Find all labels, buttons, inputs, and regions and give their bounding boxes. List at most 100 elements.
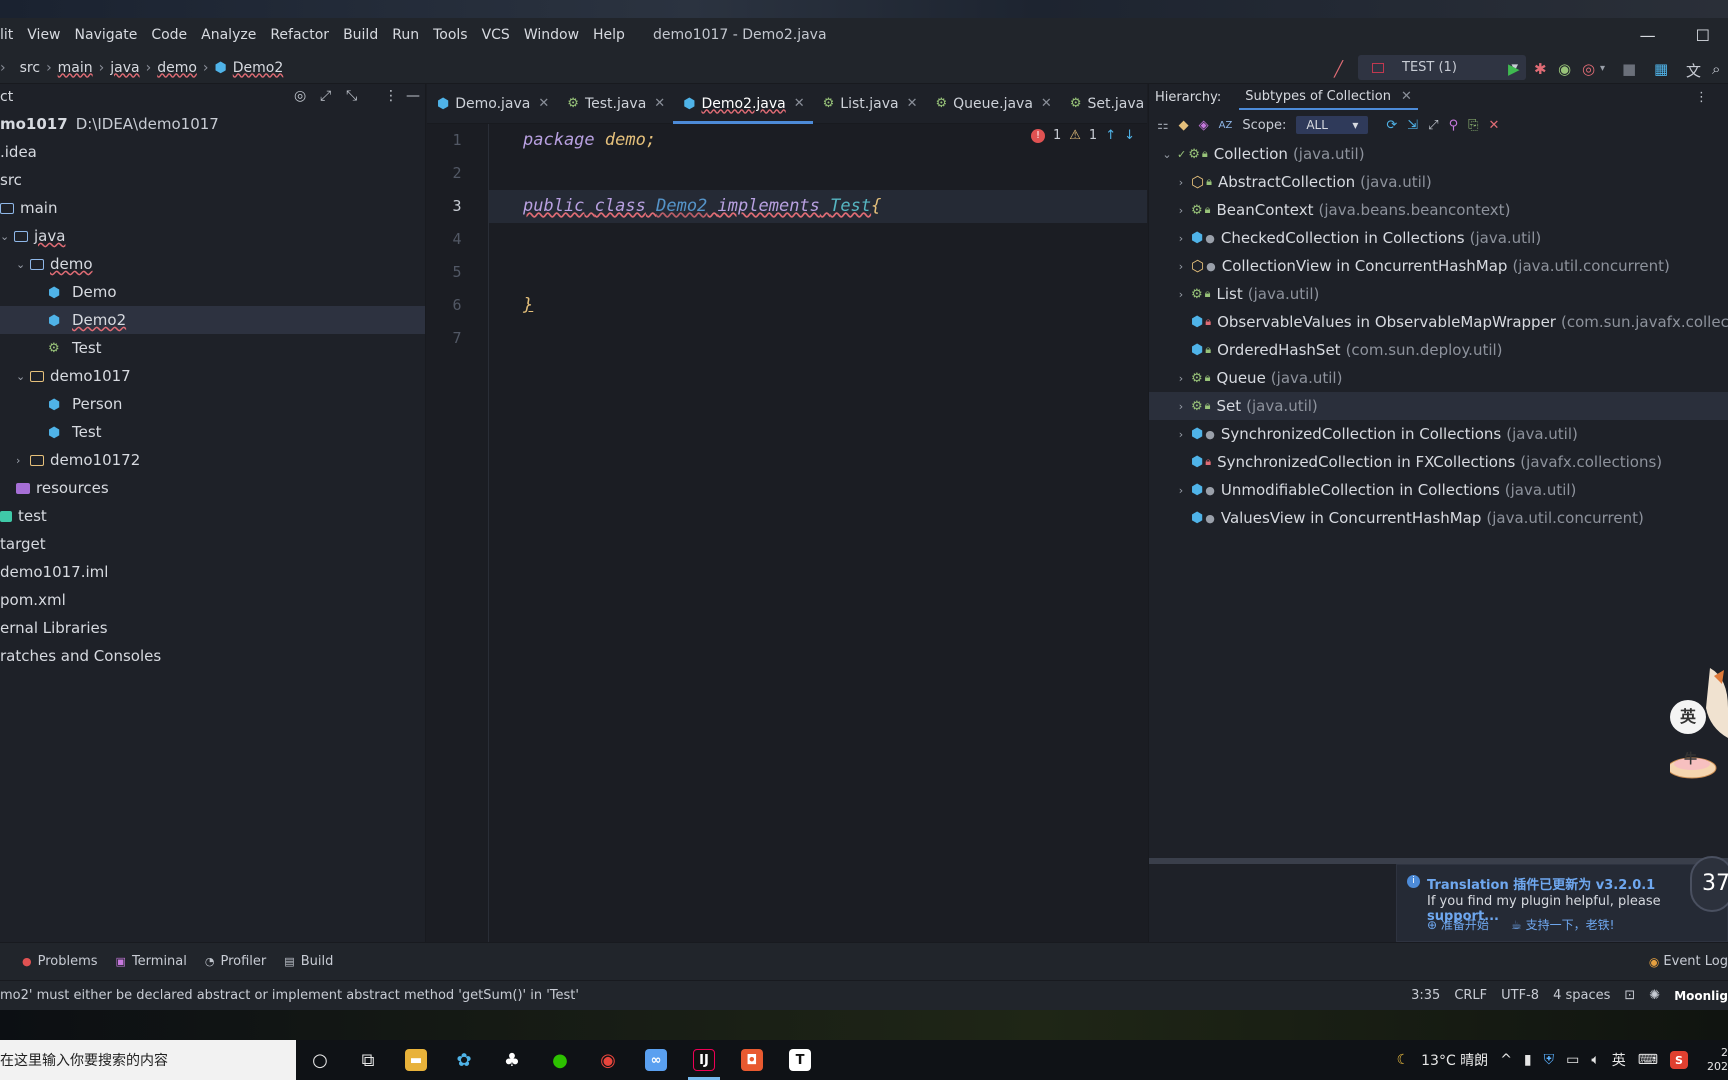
expand-all-icon[interactable]: ⤢	[320, 88, 331, 104]
terminal-tool-button[interactable]: ▣ Terminal	[116, 954, 187, 969]
stop-icon[interactable]: ■	[1622, 60, 1636, 78]
more-options-icon[interactable]: ⋮	[384, 88, 398, 104]
tree-item-project-root[interactable]: mo1017 D:\IDEA\demo1017	[0, 110, 425, 138]
chevron-up-icon[interactable]: ^	[1500, 1052, 1512, 1068]
hierarchy-row-unmodifiablecollection[interactable]: › ⬢ ● UnmodifiableCollection in Collecti…	[1149, 476, 1728, 504]
close-icon[interactable]: ✕	[1401, 89, 1412, 104]
code-area[interactable]: package demo; public class Demo2 impleme…	[489, 124, 1147, 355]
system-clock[interactable]: 2 202	[1700, 1046, 1728, 1074]
intellij-idea-icon[interactable]: IJ	[680, 1040, 728, 1080]
shield-icon[interactable]: ⛨	[1544, 1052, 1555, 1068]
run-configuration-select[interactable]: TEST (1) ▾	[1358, 55, 1526, 80]
close-icon[interactable]: ✕	[794, 96, 805, 111]
menu-vcs[interactable]: VCS	[482, 27, 510, 43]
code-line-current[interactable]: public class Demo2 implements Test{	[489, 190, 1147, 223]
hierarchy-row-queue[interactable]: › ⚙ 🔒︎ Queue (java.util)	[1149, 364, 1728, 392]
hierarchy-row-set[interactable]: › ⚙ 🔒︎ Set (java.util)	[1149, 392, 1728, 420]
tree-item-target[interactable]: target	[0, 530, 425, 558]
plugin-update-notification[interactable]: i Translation 插件已更新为 v3.2.0.1 If you fin…	[1396, 864, 1728, 942]
breadcrumb-demo2[interactable]: Demo2	[233, 60, 284, 76]
chevron-right-icon[interactable]: ›	[1171, 288, 1191, 301]
close-icon[interactable]: ✕	[907, 96, 918, 111]
profiler-tool-button[interactable]: ◔ Profiler	[205, 954, 266, 969]
chrome-icon[interactable]: ◉	[584, 1040, 632, 1080]
menu-navigate[interactable]: Navigate	[75, 27, 138, 43]
app-icon[interactable]: ✿	[440, 1040, 488, 1080]
tree-item-person-class[interactable]: ⬢ Person	[0, 390, 425, 418]
breadcrumb-src[interactable]: src	[20, 60, 40, 76]
menu-refactor[interactable]: Refactor	[270, 27, 329, 43]
chevron-down-icon[interactable]: ▾	[1600, 63, 1605, 74]
hierarchy-row-checkedcollection[interactable]: › ⬢ ● CheckedCollection in Collections (…	[1149, 224, 1728, 252]
tab-queue-java[interactable]: ⚙ Queue.java ✕	[925, 84, 1059, 124]
autoscroll-icon[interactable]: ⇲	[1407, 118, 1418, 133]
refresh-icon[interactable]: ⟳	[1386, 118, 1397, 133]
tree-item-iml[interactable]: demo1017.iml	[0, 558, 425, 586]
profile-icon[interactable]: ◎	[1582, 60, 1595, 78]
hammer-icon[interactable]: ╱	[1334, 60, 1343, 78]
project-panel-title[interactable]: ct	[0, 89, 13, 105]
tree-item-src[interactable]: src	[0, 166, 425, 194]
theme-name[interactable]: Moonlig	[1674, 989, 1728, 1003]
type-hierarchy-icon[interactable]: ⚏	[1157, 118, 1169, 133]
tab-demo2-java[interactable]: ⬢ Demo2.java ✕	[673, 84, 814, 124]
export-icon[interactable]: ⎘	[1468, 118, 1478, 133]
maximize-button[interactable]: ☐	[1696, 26, 1710, 45]
lock-icon[interactable]: ⊡	[1624, 988, 1635, 1003]
get-started-link[interactable]: ⊕ 准备开始	[1427, 916, 1489, 933]
project-structure-icon[interactable]: ▦	[1654, 60, 1668, 78]
hierarchy-row-beancontext[interactable]: › ⚙ 🔒︎ BeanContext (java.beans.beanconte…	[1149, 196, 1728, 224]
hierarchy-row-synchronizedcollection[interactable]: › ⬢ ● SynchronizedCollection in Collecti…	[1149, 420, 1728, 448]
tree-item-java[interactable]: ⌄ java	[0, 222, 425, 250]
hierarchy-row-collectionview[interactable]: › ⬡ ● CollectionView in ConcurrentHashMa…	[1149, 252, 1728, 280]
arrow-up-icon[interactable]: ↑	[1105, 128, 1116, 143]
tree-item-external-libraries[interactable]: ernal Libraries	[0, 614, 425, 642]
menu-view[interactable]: View	[27, 27, 60, 43]
hierarchy-row-abstractcollection[interactable]: › ⬡ 🔒︎ AbstractCollection (java.util)	[1149, 168, 1728, 196]
close-icon[interactable]: ✕	[1041, 96, 1052, 111]
search-icon[interactable]: ⌕	[1712, 60, 1720, 78]
keyboard-icon[interactable]: ⌨	[1638, 1052, 1658, 1068]
close-icon[interactable]: ✕	[1489, 118, 1500, 133]
close-icon[interactable]: ✕	[538, 96, 549, 111]
chevron-right-icon[interactable]: ›	[1171, 176, 1191, 189]
caret-position[interactable]: 3:35	[1411, 988, 1440, 1003]
chevron-down-icon[interactable]: ⌄	[1157, 148, 1177, 161]
tab-subtypes-of-collection[interactable]: Subtypes of Collection ✕	[1239, 84, 1418, 110]
code-editor[interactable]: 1 2 3 4 5 6 7 package demo; public class…	[427, 124, 1147, 942]
file-encoding[interactable]: UTF-8	[1501, 988, 1539, 1003]
run-icon[interactable]: ▶	[1508, 60, 1520, 78]
hierarchy-row-valuesview[interactable]: ⬢ ● ValuesView in ConcurrentHashMap (jav…	[1149, 504, 1728, 532]
debug-icon[interactable]: ✱	[1534, 60, 1547, 78]
line-separator[interactable]: CRLF	[1454, 988, 1487, 1003]
sogou-icon[interactable]: S	[1670, 1051, 1688, 1069]
menu-help[interactable]: Help	[593, 27, 625, 43]
chevron-right-icon[interactable]: ›	[1171, 428, 1191, 441]
chevron-down-icon[interactable]: ⌄	[16, 370, 30, 383]
weather-text[interactable]: 13°C 晴朗	[1421, 1050, 1488, 1070]
mascot-widget[interactable]: 英 牛	[1667, 668, 1728, 780]
menu-edit[interactable]: lit	[0, 27, 13, 43]
breadcrumb-demo[interactable]: demo	[157, 60, 197, 76]
tree-item-demo1017-package[interactable]: ⌄ demo1017	[0, 362, 425, 390]
taskbar-search-box[interactable]: 在这里输入你要搜索的内容	[0, 1040, 296, 1080]
code-line[interactable]	[489, 322, 1147, 355]
collapse-all-icon[interactable]: ⤡	[346, 88, 357, 104]
more-options-icon[interactable]: ⋮	[1695, 90, 1708, 105]
inspection-widget[interactable]: ! 1 ⚠ 1 ↑ ↓	[1030, 128, 1135, 143]
menu-code[interactable]: Code	[151, 27, 187, 43]
expand-icon[interactable]: ⤢	[1428, 118, 1438, 133]
timer-badge[interactable]: 37	[1690, 856, 1728, 912]
tab-list-java[interactable]: ⚙ List.java ✕	[813, 84, 926, 124]
tree-item-main[interactable]: main	[0, 194, 425, 222]
code-line[interactable]	[489, 223, 1147, 256]
typora-icon[interactable]: T	[776, 1040, 824, 1080]
chevron-right-icon[interactable]: ›	[1171, 204, 1191, 217]
coverage-icon[interactable]: ◉	[1558, 60, 1571, 78]
sort-alphabetically-icon[interactable]: AZ	[1219, 120, 1233, 131]
network-icon[interactable]: ▭	[1566, 1052, 1579, 1068]
chevron-right-icon[interactable]: ›	[1171, 232, 1191, 245]
file-explorer-icon[interactable]: ▬	[392, 1040, 440, 1080]
breadcrumb-java[interactable]: java	[110, 60, 139, 76]
indent-setting[interactable]: 4 spaces	[1553, 988, 1610, 1003]
